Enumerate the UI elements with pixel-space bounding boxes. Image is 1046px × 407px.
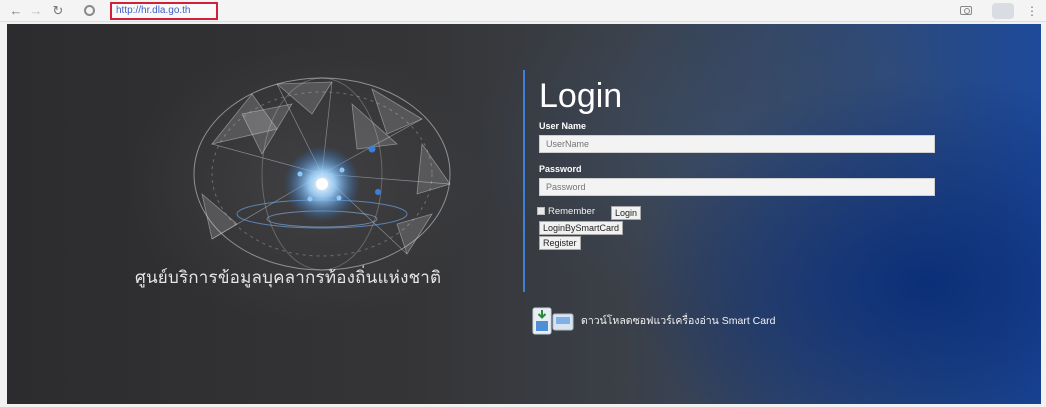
login-title: Login xyxy=(539,77,623,115)
back-arrow-icon[interactable]: ← xyxy=(8,3,24,19)
profile-avatar[interactable] xyxy=(992,3,1014,19)
download-software-icon[interactable] xyxy=(531,305,575,335)
username-label: User Name xyxy=(539,121,587,131)
reload-icon[interactable]: ↻ xyxy=(50,3,66,19)
username-input[interactable] xyxy=(539,135,935,153)
camera-icon[interactable] xyxy=(960,6,972,15)
download-smartcard-link[interactable]: ดาวน์โหลดซอฟแวร์เครื่องอ่าน Smart Card xyxy=(581,312,775,329)
site-info-icon[interactable] xyxy=(84,5,95,16)
browser-toolbar: ← → ↻ http://hr.dla.go.th ⋮ xyxy=(0,0,1046,22)
register-button[interactable]: Register xyxy=(539,236,581,250)
login-page: ศูนย์บริการข้อมูลบุคลากรท้องถิ่นแห่งชาติ… xyxy=(7,24,1041,404)
password-input[interactable] xyxy=(539,178,935,196)
vertical-divider xyxy=(523,70,525,292)
login-by-smartcard-button[interactable]: LoginBySmartCard xyxy=(539,221,624,235)
remember-label[interactable]: Remember xyxy=(548,206,595,217)
forward-arrow-icon[interactable]: → xyxy=(28,3,44,19)
login-button[interactable]: Login xyxy=(611,206,642,220)
remember-checkbox[interactable] xyxy=(537,207,545,215)
network-globe-illustration xyxy=(193,77,451,271)
organization-name: ศูนย์บริการข้อมูลบุคลากรท้องถิ่นแห่งชาติ xyxy=(135,268,442,287)
address-bar[interactable]: http://hr.dla.go.th xyxy=(110,2,218,20)
password-label: Password xyxy=(539,164,582,174)
more-menu-icon[interactable]: ⋮ xyxy=(1026,3,1038,19)
